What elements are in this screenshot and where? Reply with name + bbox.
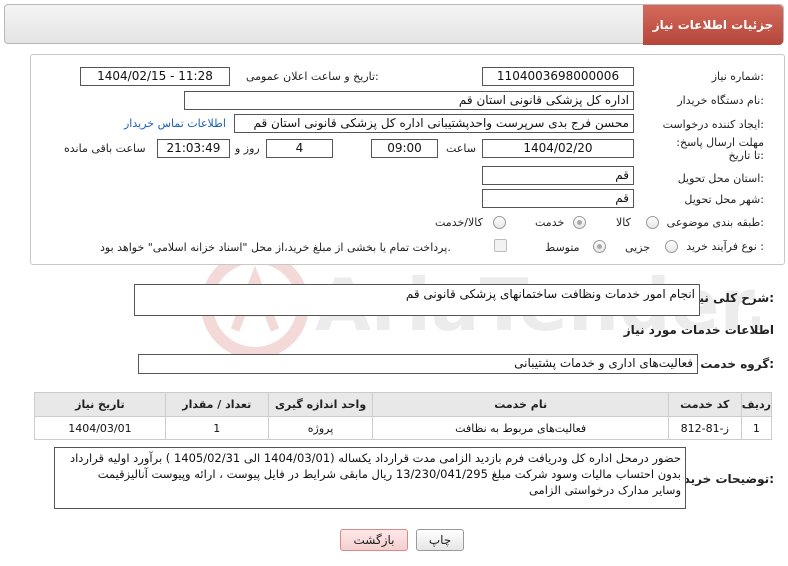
category-radio-goods-service[interactable] [493, 216, 506, 229]
need-number-field: 1104003698000006 [482, 67, 634, 86]
announce-field: 1404/02/15 - 11:28 [80, 67, 230, 86]
table-row: 1 ز-81-812 فعالیت‌های مربوط به نظافت پرو… [34, 416, 773, 440]
page-title: جزئیات اطلاعات نیاز [643, 5, 783, 45]
province-field: قم [482, 166, 634, 185]
table-header-row: ردیف کد خدمت نام خدمت واحد اندازه گیری ت… [34, 392, 773, 417]
city-field: قم [482, 189, 634, 208]
services-table: ردیف کد خدمت نام خدمت واحد اندازه گیری ت… [34, 392, 773, 440]
remaining-time-field: 21:03:49 [157, 139, 230, 158]
deadline-time-label: ساعت [446, 142, 476, 155]
cell-quantity: 1 [164, 416, 269, 440]
buyer-notes-textarea: حضور درمحل اداره کل ودریافت فرم بازدید ا… [54, 447, 686, 509]
summary-textarea: انجام امور خدمات ونظافت ساختمانهای پزشکی… [134, 284, 700, 316]
back-button[interactable]: بازگشت [340, 529, 408, 551]
buyer-notes-line-3: وسایر مدارک درخواستی الزامی [528, 483, 681, 497]
deadline-date-field: 1404/02/20 [482, 139, 634, 158]
deadline-label: مهلت ارسال پاسخ: تا تاریخ: [676, 136, 764, 162]
cell-need-date: 1404/03/01 [34, 416, 166, 440]
col-need-date: تاریخ نیاز [34, 392, 166, 417]
need-number-label: شماره نیاز: [711, 70, 764, 83]
creator-field: محسن فرج بدی سرپرست واحدپشتیبانی اداره ک… [234, 114, 634, 133]
col-row-number: ردیف [740, 392, 773, 417]
services-section-title: اطلاعات خدمات مورد نیاز [623, 323, 774, 337]
category-radio-service[interactable] [573, 216, 586, 229]
service-group-field: فعالیت‌های اداری و خدمات پشتیبانی [138, 354, 698, 374]
days-label: روز و [235, 142, 260, 155]
cell-row-number: 1 [740, 416, 773, 440]
deadline-time-field: 09:00 [371, 139, 438, 158]
category-option-service: خدمت [535, 216, 565, 229]
col-service-code: کد خدمت [667, 392, 742, 417]
days-field: 4 [266, 139, 333, 158]
col-service-name: نام خدمت [372, 392, 669, 417]
remaining-time-label: ساعت باقی مانده [64, 142, 146, 155]
print-button[interactable]: چاپ [416, 529, 464, 551]
col-quantity: تعداد / مقدار [164, 392, 269, 417]
process-option-minor: جزیی [625, 241, 651, 254]
contact-buyer-link[interactable]: اطلاعات تماس خریدار [124, 117, 226, 130]
buyer-notes-line-1: حضور درمحل اداره کل ودریافت فرم بازدید ا… [69, 451, 681, 465]
process-radio-minor[interactable] [665, 240, 678, 253]
cell-service-code: ز-81-812 [667, 416, 742, 440]
buyer-org-label: نام دستگاه خریدار: [677, 94, 764, 107]
process-label: نوع فرآیند خرید : [686, 240, 764, 253]
service-group-label: گروه خدمت: [700, 357, 774, 371]
payment-note: پرداخت تمام یا بخشی از مبلغ خرید،از محل … [100, 241, 451, 254]
col-unit: واحد اندازه گیری [267, 392, 374, 417]
cell-unit: پروژه [267, 416, 374, 440]
category-option-goods: کالا [616, 216, 631, 229]
summary-label: شرح کلی نیاز: [688, 291, 774, 305]
treasury-payment-checkbox[interactable] [494, 239, 507, 252]
process-option-medium: متوسط [545, 241, 580, 254]
category-label: طبقه بندی موضوعی: [666, 216, 764, 229]
cell-service-name: فعالیت‌های مربوط به نظافت [372, 416, 669, 440]
buyer-notes-line-2: بدون احتساب مالیات وسود شرکت مبلغ 13/230… [97, 467, 681, 481]
creator-label: ایجاد کننده درخواست: [662, 118, 764, 131]
city-label: شهر محل تحویل: [684, 193, 764, 206]
announce-label: تاریخ و ساعت اعلان عمومی: [246, 70, 379, 83]
buyer-org-field: اداره کل پزشکی قانونی استان قم [184, 91, 634, 110]
province-label: استان محل تحویل: [677, 172, 764, 185]
buyer-notes-label: توضیحات خریدار: [672, 472, 774, 486]
category-option-goods-service: کالا/خدمت [435, 216, 483, 229]
page-header: جزئیات اطلاعات نیاز [4, 4, 784, 45]
process-radio-medium[interactable] [593, 240, 606, 253]
category-radio-goods[interactable] [646, 216, 659, 229]
